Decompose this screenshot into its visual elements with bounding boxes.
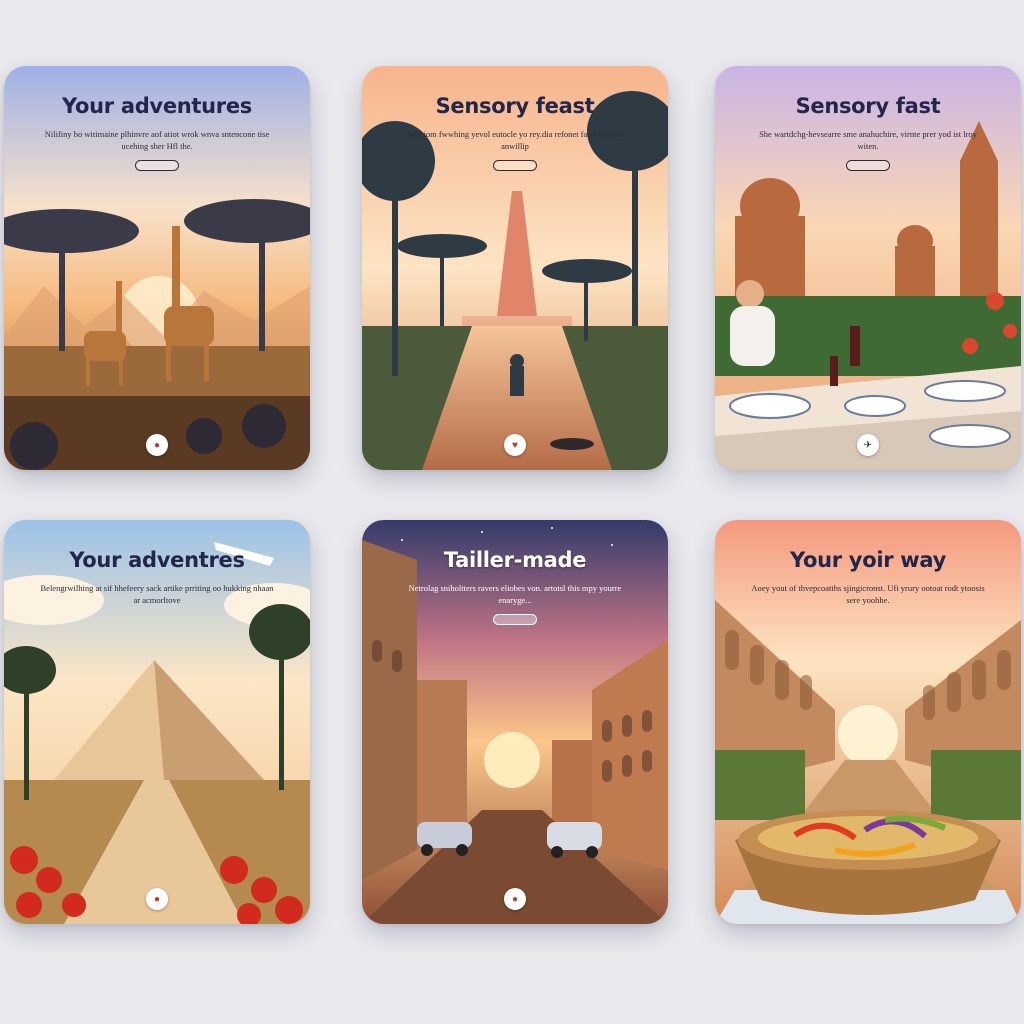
heart-icon[interactable]: ♥ bbox=[504, 434, 526, 456]
card-subtitle: Nilifiny bo witimaine plhinvre aof atiot… bbox=[44, 129, 270, 151]
card-subtitle: Belengrwilhing at sif hhefeery sack arti… bbox=[40, 583, 274, 605]
card-subtitle: Aoey yout of thvepcoatths sjingicronst. … bbox=[751, 583, 985, 605]
circle-dot-icon[interactable]: ● bbox=[504, 888, 526, 910]
card-title: Tailler-made bbox=[443, 548, 587, 572]
card-subtitle: Mahiom fwwhing yevol eutocle yo rey.dia … bbox=[407, 129, 622, 151]
card-subtitle: Netrolag sniholtters ravers eliobes von.… bbox=[408, 583, 622, 605]
plane-icon[interactable]: ✈ bbox=[857, 434, 879, 456]
card-pill-button[interactable] bbox=[135, 160, 179, 171]
card-title: Your adventures bbox=[62, 94, 252, 118]
circle-dot-icon[interactable]: ● bbox=[146, 888, 168, 910]
card-title: Sensory feast bbox=[435, 94, 595, 118]
card-pill-button[interactable] bbox=[493, 614, 537, 625]
card-river[interactable]: Sensory feast Mahiom fwwhing yevol eutoc… bbox=[362, 66, 668, 470]
card-title: Your adventres bbox=[69, 548, 245, 572]
card-title: Sensory fast bbox=[795, 94, 941, 118]
circle-dot-icon[interactable]: ● bbox=[146, 434, 168, 456]
card-pyramid[interactable]: Your adventres Belengrwilhing at sif hhe… bbox=[4, 520, 310, 924]
card-street[interactable]: Tailler-made Netrolag sniholtters ravers… bbox=[362, 520, 668, 924]
card-pasta[interactable]: Your yoir way Aoey yout of thvepcoatths … bbox=[715, 520, 1021, 924]
card-savanna[interactable]: Your adventures Nilifiny bo witimaine pl… bbox=[4, 66, 310, 470]
card-dining[interactable]: Sensory fast She wartdchg-hevsearre sme … bbox=[715, 66, 1021, 470]
card-pill-button[interactable] bbox=[846, 160, 890, 171]
card-title: Your yoir way bbox=[789, 548, 947, 572]
card-pill-button[interactable] bbox=[493, 160, 537, 171]
card-subtitle: She wartdchg-hevsearre sme anahuchire, v… bbox=[759, 129, 977, 151]
